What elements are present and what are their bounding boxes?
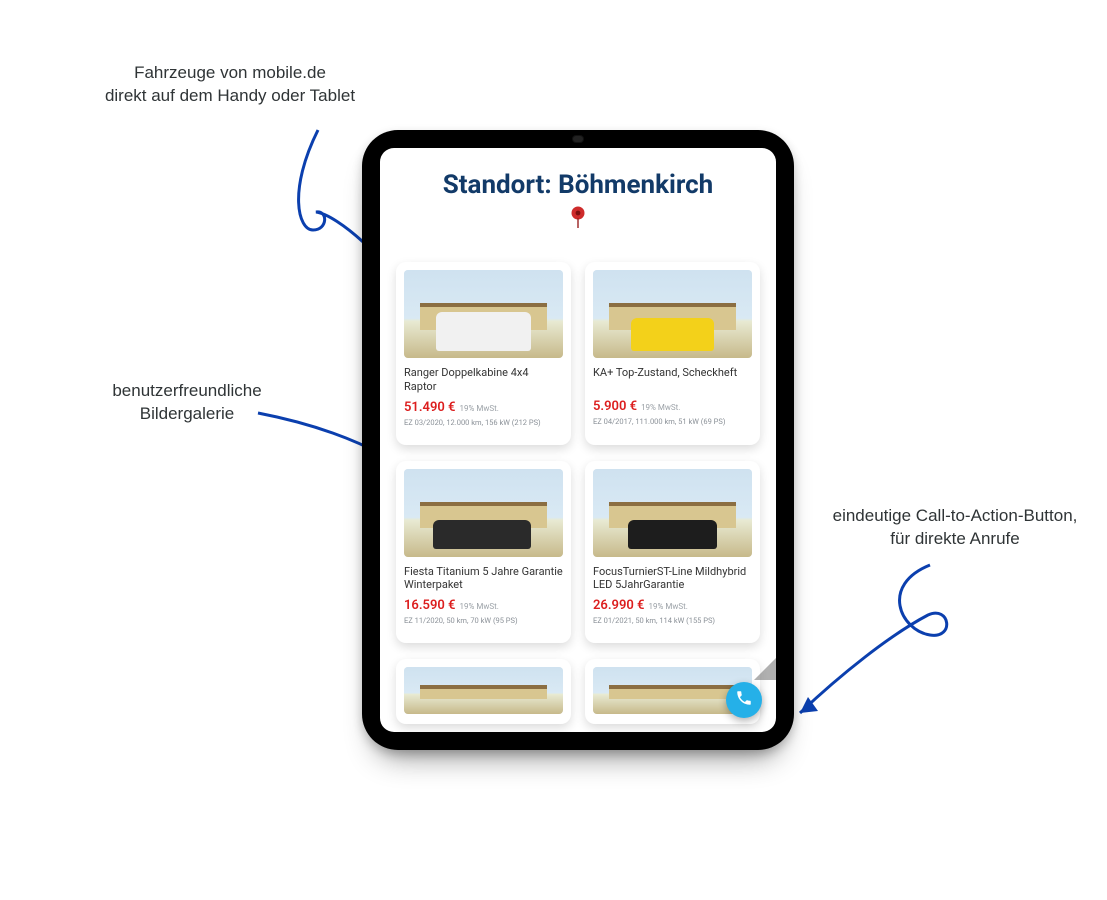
vehicle-name: Ranger Doppelkabine 4x4 Raptor [404,366,563,394]
vehicle-tax: 19% MwSt. [649,602,688,611]
call-button[interactable] [726,682,762,718]
vehicle-image[interactable] [593,469,752,557]
vehicle-price: 26.990 € [593,598,645,613]
page-title: Standort: Böhmenkirch [380,170,776,200]
vehicle-meta: EZ 04/2017, 111.000 km, 51 kW (69 PS) [593,417,752,426]
vehicle-card[interactable]: KA+ Top-Zustand, Scheckheft 5.900 € 19% … [585,262,760,445]
vehicle-image[interactable] [404,270,563,358]
vehicle-image[interactable] [404,667,563,714]
pin-icon [380,206,776,234]
annotation-right: eindeutige Call-to-Action-Button, für di… [815,505,1095,551]
vehicle-image[interactable] [404,469,563,557]
tablet-frame: Standort: Böhmenkirch Ranger Doppelkabin… [362,130,794,750]
vehicle-card[interactable] [396,659,571,724]
vehicle-meta: EZ 03/2020, 12.000 km, 156 kW (212 PS) [404,418,563,427]
vehicle-grid: Ranger Doppelkabine 4x4 Raptor 51.490 € … [380,234,776,732]
vehicle-price: 16.590 € [404,598,456,613]
vehicle-price: 5.900 € [593,399,637,414]
vehicle-tax: 19% MwSt. [460,404,499,413]
vehicle-card[interactable]: FocusTurnierST-Line Mildhybrid LED 5Jahr… [585,461,760,644]
vehicle-tax: 19% MwSt. [641,403,680,412]
phone-icon [735,689,753,711]
tablet-camera-icon [573,136,583,142]
vehicle-meta: EZ 11/2020, 50 km, 70 kW (95 PS) [404,616,563,625]
vehicle-meta: EZ 01/2021, 50 km, 114 kW (155 PS) [593,616,752,625]
vehicle-card[interactable]: Ranger Doppelkabine 4x4 Raptor 51.490 € … [396,262,571,445]
vehicle-name: Fiesta Titanium 5 Jahre Garantie Winterp… [404,565,563,593]
vehicle-tax: 19% MwSt. [460,602,499,611]
tablet-screen: Standort: Böhmenkirch Ranger Doppelkabin… [380,148,776,732]
vehicle-image[interactable] [593,270,752,358]
vehicle-name: KA+ Top-Zustand, Scheckheft [593,366,752,393]
annotation-top: Fahrzeuge von mobile.de direkt auf dem H… [85,62,375,108]
vehicle-price: 51.490 € [404,400,456,415]
vehicle-name: FocusTurnierST-Line Mildhybrid LED 5Jahr… [593,565,752,593]
arrow-right-icon [780,555,960,725]
annotation-mid: benutzerfreundliche Bildergalerie [62,380,312,426]
vehicle-card[interactable]: Fiesta Titanium 5 Jahre Garantie Winterp… [396,461,571,644]
